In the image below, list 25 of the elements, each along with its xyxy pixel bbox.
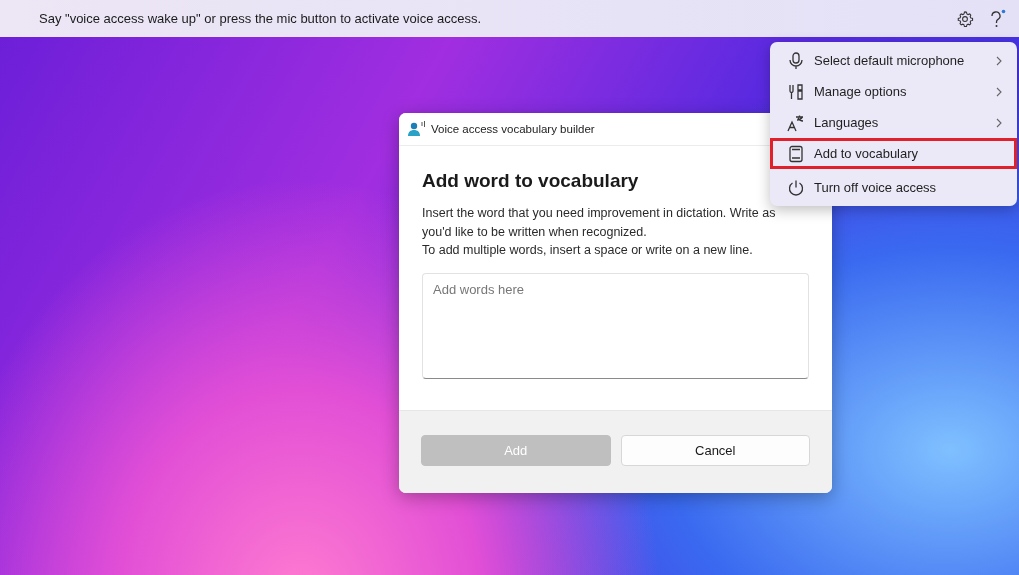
instruction-text: Insert the word that you need improvement in dictation. Write as you'd like to be written when recognized. [422, 205, 777, 241]
window-title: Voice access vocabulary builder [431, 123, 595, 135]
tools-icon [787, 82, 805, 101]
settings-icon [956, 9, 974, 28]
input-field[interactable]: Add words here [422, 272, 809, 379]
menu-item[interactable]: Languages [770, 107, 1017, 138]
menu-item[interactable]: Manage options [770, 76, 1017, 107]
instruction-text: To add multiple words, insert a space or write on a new line. [422, 242, 753, 259]
menu-item[interactable]: Turn off voice access [770, 172, 1017, 203]
menu-label: Turn off voice access [814, 180, 938, 195]
voice-access-icon [408, 121, 426, 137]
menu-label: Add to vocabulary [814, 146, 920, 161]
menu-item[interactable]: Select default microphone [770, 45, 1017, 76]
help-icon [988, 8, 1006, 29]
menu-label: Manage options [814, 84, 908, 99]
menu-label: Select default microphone [814, 53, 966, 68]
power-icon [787, 178, 805, 197]
menu-label: Languages [814, 115, 880, 130]
status-message: Say "voice access wake up" or press the mic button to activate voice access. [39, 11, 483, 26]
book-icon [787, 144, 805, 163]
microphone-icon [787, 51, 805, 70]
cancel-button[interactable]: Cancel [620, 435, 810, 466]
menu-item[interactable]: Add to vocabulary [770, 138, 1017, 169]
dialog-heading: Add word to vocabulary [422, 170, 639, 192]
language-icon [787, 113, 805, 132]
